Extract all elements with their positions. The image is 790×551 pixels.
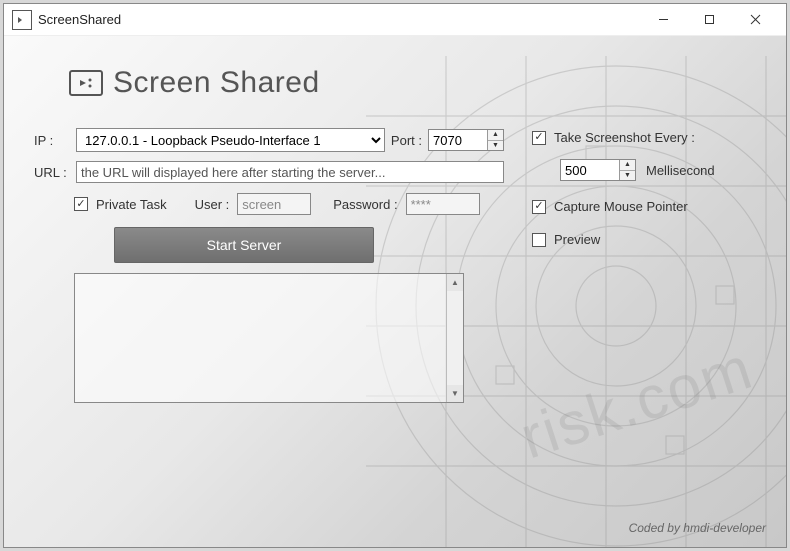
url-label: URL : <box>34 165 76 180</box>
preview-label: Preview <box>554 232 600 247</box>
capture-mouse-label: Capture Mouse Pointer <box>554 199 688 214</box>
footer-credit: Coded by hmdi-developer <box>629 521 766 535</box>
app-icon <box>12 10 32 30</box>
scroll-down-icon[interactable]: ▼ <box>447 385 463 402</box>
preview-checkbox[interactable] <box>532 233 546 247</box>
logo: Screen Shared <box>69 66 756 100</box>
ip-select[interactable]: 127.0.0.1 - Loopback Pseudo-Interface 1 <box>76 128 385 152</box>
port-spin-up[interactable]: ▲ <box>488 130 503 141</box>
share-icon <box>69 70 103 96</box>
interval-spin-down[interactable]: ▼ <box>620 171 635 181</box>
port-label: Port : <box>391 133 422 148</box>
start-server-button[interactable]: Start Server <box>114 227 374 263</box>
log-textarea[interactable]: ▲ ▼ <box>74 273 464 403</box>
private-task-label: Private Task <box>96 197 167 212</box>
port-spin-down[interactable]: ▼ <box>488 141 503 151</box>
private-task-checkbox[interactable] <box>74 197 88 211</box>
logo-text: Screen Shared <box>113 66 320 100</box>
log-scrollbar[interactable]: ▲ ▼ <box>446 274 463 402</box>
client-area: risk.com Screen Shared IP : 127.0.0.1 - … <box>4 36 786 547</box>
interval-input[interactable] <box>561 160 619 180</box>
maximize-button[interactable] <box>686 5 732 35</box>
screenshot-every-label: Take Screenshot Every : <box>554 130 695 145</box>
screenshot-every-checkbox[interactable] <box>532 131 546 145</box>
password-input[interactable] <box>406 193 480 215</box>
scroll-up-icon[interactable]: ▲ <box>447 274 463 291</box>
titlebar: ScreenShared <box>4 4 786 36</box>
close-button[interactable] <box>732 5 778 35</box>
user-label: User : <box>195 197 230 212</box>
port-input[interactable] <box>429 130 487 150</box>
minimize-button[interactable] <box>640 5 686 35</box>
password-label: Password : <box>333 197 397 212</box>
port-input-wrap: ▲ ▼ <box>428 129 504 151</box>
interval-spin-up[interactable]: ▲ <box>620 160 635 171</box>
app-window: ScreenShared <box>3 3 787 548</box>
ip-label: IP : <box>34 133 76 148</box>
interval-input-wrap: ▲ ▼ <box>560 159 636 181</box>
user-input[interactable] <box>237 193 311 215</box>
url-input[interactable] <box>76 161 504 183</box>
interval-unit-label: Mellisecond <box>646 163 715 178</box>
window-title: ScreenShared <box>38 12 121 27</box>
capture-mouse-checkbox[interactable] <box>532 200 546 214</box>
